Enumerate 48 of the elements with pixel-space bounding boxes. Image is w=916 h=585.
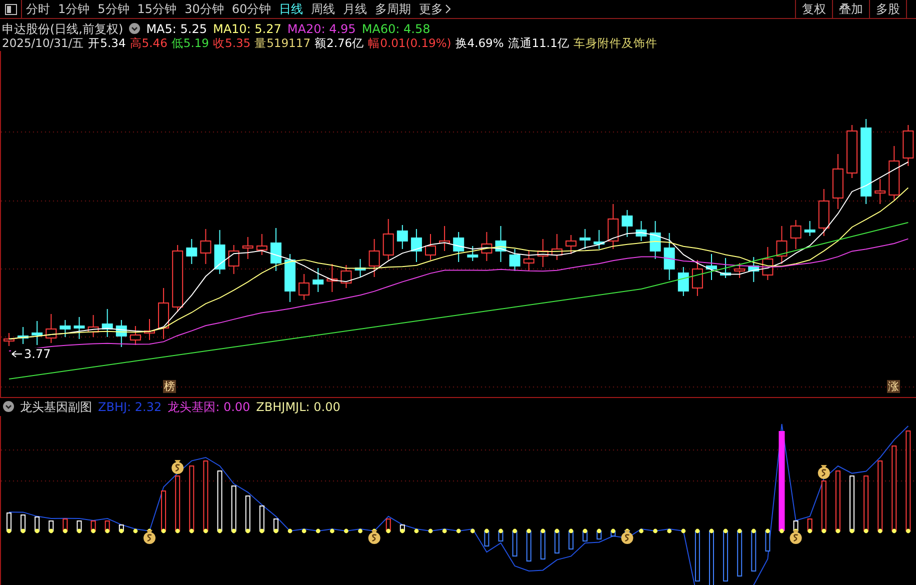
tag-badge: 榜: [163, 380, 176, 393]
quote-field: 流通11.1亿: [508, 38, 570, 50]
money-bag-icon: [621, 530, 634, 544]
moving-average-label: MA10: 5.27: [212, 22, 282, 35]
moving-average-label: MA5: 5.25: [146, 22, 207, 35]
arrow-icon: [11, 350, 23, 358]
indicator-title: 龙头基因副图: [20, 400, 92, 413]
indicator-value: ZBHJMJL: 0.00: [256, 400, 340, 413]
tag-badge: 涨: [887, 380, 900, 393]
indicator-value: ZBHJ: 2.32: [98, 400, 162, 413]
period-tab[interactable]: 30分钟: [180, 0, 228, 18]
quote-field: 换4.69%: [455, 38, 504, 50]
period-tab[interactable]: 分时: [22, 0, 54, 18]
period-tab[interactable]: 月线: [339, 0, 372, 18]
low-price-label: 3.77: [24, 348, 51, 360]
quote-field: 额2.76亿: [314, 38, 364, 50]
period-tab[interactable]: 1分钟: [54, 0, 94, 18]
stock-title: 申达股份(日线,前复权): [2, 22, 124, 35]
quote-field: 高5.46: [130, 38, 168, 50]
toolbar-button[interactable]: 叠加: [832, 0, 869, 18]
money-bag-icon: [368, 530, 380, 544]
quote-field: 开5.34: [88, 38, 126, 50]
toolbar-button[interactable]: 复权: [795, 0, 832, 18]
period-tab[interactable]: 多周期: [371, 0, 416, 18]
quote-field: 低5.19: [171, 38, 209, 50]
quote-field: 量519117: [254, 38, 311, 50]
period-tab[interactable]: 15分钟: [133, 0, 181, 18]
toolbar-button[interactable]: 多股: [869, 0, 906, 18]
dropdown-icon[interactable]: [3, 401, 14, 412]
money-bag-icon: [172, 460, 184, 474]
more-button[interactable]: 更多: [415, 0, 456, 18]
date-label: 2025/10/31/五: [2, 38, 84, 50]
panel-toggle-icon[interactable]: [4, 4, 16, 15]
quote-field: 幅0.01(0.19%): [368, 38, 452, 50]
moving-average-label: MA20: 4.95: [287, 22, 356, 35]
period-tab[interactable]: 周线: [307, 0, 340, 18]
indicator-value: 龙头基因: 0.00: [168, 400, 250, 413]
period-tab[interactable]: 5分钟: [94, 0, 134, 18]
dropdown-icon[interactable]: [129, 23, 140, 34]
money-bag-icon: [790, 530, 802, 544]
period-tab[interactable]: 日线: [275, 0, 308, 18]
chevron-right-icon: [445, 4, 452, 14]
money-bag-icon: [818, 465, 830, 479]
sector-label[interactable]: 车身附件及饰件: [573, 38, 658, 50]
moving-average-label: MA60: 4.58: [362, 22, 430, 35]
period-tab[interactable]: 60分钟: [228, 0, 276, 18]
money-bag-icon: [144, 530, 156, 544]
quote-field: 收5.35: [213, 38, 251, 50]
